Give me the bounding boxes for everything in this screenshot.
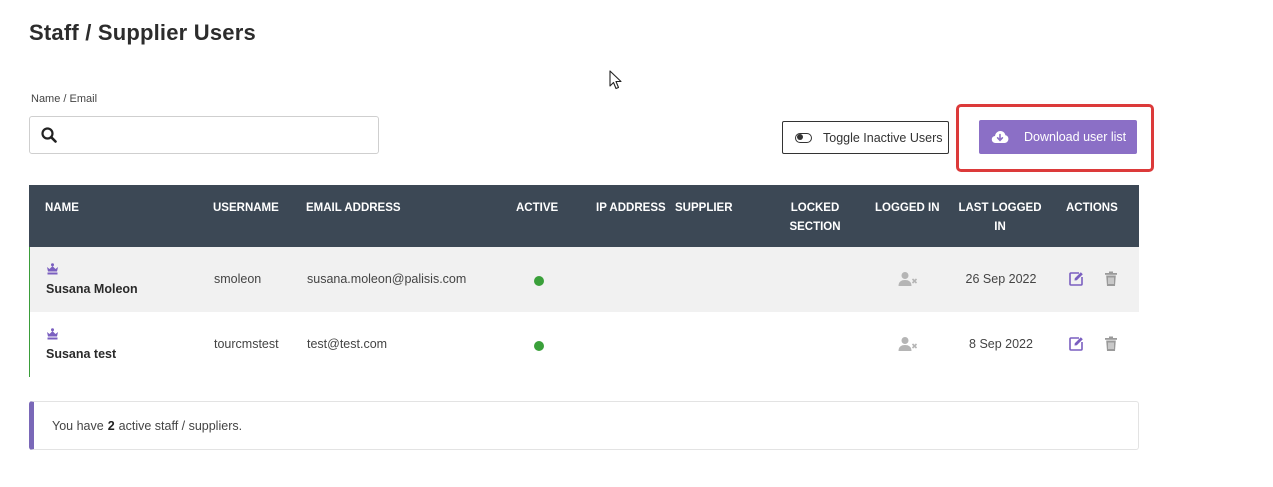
summary-suffix: active staff / suppliers. <box>118 418 243 433</box>
table-header: NAME USERNAME EMAIL ADDRESS ACTIVE IP AD… <box>29 185 1139 247</box>
logged-out-user-icon <box>898 271 918 290</box>
toggle-inactive-label: Toggle Inactive Users <box>823 130 943 145</box>
last-logged-in-cell: 26 Sep 2022 <box>965 272 1037 286</box>
active-count: 2 <box>107 418 115 433</box>
users-table: NAME USERNAME EMAIL ADDRESS ACTIVE IP AD… <box>29 185 1139 377</box>
col-active-header[interactable]: ACTIVE <box>516 199 558 218</box>
col-last-logged-line2: IN <box>994 221 1006 233</box>
delete-icon[interactable] <box>1104 271 1118 287</box>
download-user-list-button[interactable]: Download user list <box>979 120 1137 154</box>
crown-icon <box>46 263 59 278</box>
col-username-header[interactable]: USERNAME <box>213 199 279 218</box>
col-ip-header[interactable]: IP ADDRESS <box>596 199 666 218</box>
logged-out-user-icon <box>898 336 918 355</box>
download-label: Download user list <box>1024 130 1127 144</box>
crown-icon <box>46 328 59 343</box>
col-name-header[interactable]: NAME <box>45 199 79 218</box>
col-last-logged-header[interactable]: LAST LOGGED IN <box>952 199 1048 237</box>
col-locked-line2: SECTION <box>789 221 841 233</box>
col-last-logged-line1: LAST LOGGED <box>958 202 1042 214</box>
col-locked-line1: LOCKED <box>790 202 840 214</box>
last-logged-in-cell: 8 Sep 2022 <box>969 337 1033 351</box>
name-cell: Susana Moleon <box>46 263 138 296</box>
toggle-switch-icon <box>795 132 812 143</box>
col-locked-section-header[interactable]: LOCKED SECTION <box>774 199 856 237</box>
email-cell: susana.moleon@palisis.com <box>307 272 467 286</box>
table-row: Susana Moleon smoleon susana.moleon@pali… <box>29 247 1139 312</box>
user-name[interactable]: Susana test <box>46 347 116 361</box>
col-logged-in-header[interactable]: LOGGED IN <box>875 199 940 218</box>
toggle-inactive-users-button[interactable]: Toggle Inactive Users <box>782 121 949 154</box>
edit-icon[interactable] <box>1068 336 1084 352</box>
cloud-download-icon <box>991 130 1009 144</box>
col-email-header[interactable]: EMAIL ADDRESS <box>306 199 401 218</box>
search-label: Name / Email <box>31 93 98 105</box>
username-cell: smoleon <box>214 272 262 286</box>
summary-prefix: You have <box>52 418 104 433</box>
delete-icon[interactable] <box>1104 336 1118 352</box>
search-field[interactable] <box>29 116 379 154</box>
col-actions-header: ACTIONS <box>1066 202 1118 214</box>
search-input[interactable] <box>68 118 378 152</box>
table-row: Susana test tourcmstest test@test.com 8 … <box>29 312 1139 377</box>
summary-info-box: You have 2 active staff / suppliers. <box>29 401 1139 450</box>
user-name[interactable]: Susana Moleon <box>46 282 138 296</box>
active-status-dot <box>534 341 544 351</box>
col-supplier-header[interactable]: SUPPLIER <box>675 199 733 218</box>
mouse-cursor-icon <box>609 70 623 95</box>
username-cell: tourcmstest <box>214 337 279 351</box>
active-status-dot <box>534 276 544 286</box>
name-cell: Susana test <box>46 328 116 361</box>
email-cell: test@test.com <box>307 337 388 351</box>
search-icon <box>30 116 68 154</box>
edit-icon[interactable] <box>1068 271 1084 287</box>
page-title: Staff / Supplier Users <box>29 20 256 45</box>
